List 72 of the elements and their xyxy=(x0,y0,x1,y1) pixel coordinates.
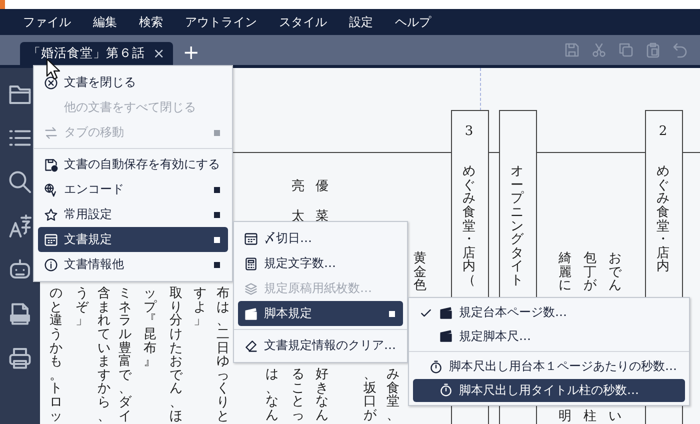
menu-item[interactable]: 文書規定情報のクリア… xyxy=(238,333,403,358)
menu-item[interactable]: 脚本尺出し用タイトル柱の秒数… xyxy=(413,378,685,402)
script-line: おでん xyxy=(608,252,622,293)
menu-bar-item[interactable]: 検索 xyxy=(128,10,174,34)
script-line: は、なん xyxy=(266,368,278,423)
font-icon[interactable] xyxy=(8,214,32,238)
script-line: 綺麗に xyxy=(558,252,572,293)
character-name: 亮太 xyxy=(292,178,304,226)
calendar-icon xyxy=(44,232,58,246)
script-line: 布は、二日ゆっくりと xyxy=(216,287,230,424)
scene-number: 2 xyxy=(658,124,668,138)
menu-item[interactable]: 規定文字数… xyxy=(238,251,403,276)
script-line: 柱 xyxy=(584,410,596,424)
pdf-file-icon[interactable] xyxy=(8,302,32,326)
menu-item[interactable]: 脚本尺出し用台本１ページあたりの秒数… xyxy=(413,355,685,378)
script-line: 取り分けたおでん、ほ xyxy=(170,287,182,424)
globe-letter-icon xyxy=(44,182,58,196)
menu-bar-item[interactable]: 設定 xyxy=(338,10,384,34)
calendar-icon xyxy=(244,232,258,246)
menu-bar-item[interactable]: 編集 xyxy=(82,10,128,34)
menu-item[interactable]: 文書の自動保存を有効にする xyxy=(38,152,228,177)
new-tab-button[interactable]: + xyxy=(182,41,200,63)
script-line: ることっ xyxy=(292,368,304,423)
scene-heading-text: めぐみ食堂・店内 xyxy=(656,165,670,274)
app-icon xyxy=(0,0,5,9)
script-line: み食堂、 xyxy=(386,368,400,423)
clapperboard-icon xyxy=(244,306,258,320)
menu-bar-item[interactable]: ヘルプ xyxy=(384,10,442,34)
star-icon xyxy=(44,208,58,222)
script-line: 黄金色 xyxy=(414,252,426,293)
menu-item[interactable]: 文書情報他 xyxy=(38,252,228,277)
script-line: 好きなん xyxy=(316,368,328,423)
menu-item[interactable]: 〆切日… xyxy=(238,226,403,251)
document-tab[interactable]: 「婚活食堂」第６話 × xyxy=(20,42,173,65)
menu-item[interactable]: 文書規定 xyxy=(38,227,228,252)
menu-item[interactable]: 脚本規定 xyxy=(238,301,403,326)
script-line: 明 xyxy=(558,410,572,424)
script-line: 含まれていますから、 xyxy=(98,287,110,424)
scene-heading-text: めぐみ食堂・店内（ xyxy=(462,165,476,288)
clapperboard-icon xyxy=(439,306,453,320)
swap-arrows-icon xyxy=(44,126,58,140)
script-line: 、坂口が xyxy=(364,368,376,423)
clapperboard-icon xyxy=(439,329,453,344)
menu-bar-item[interactable]: ファイル xyxy=(12,10,82,34)
printer-icon[interactable] xyxy=(8,346,32,370)
info-icon xyxy=(44,258,58,272)
script-line: ミネラル豊富で、ダイ xyxy=(118,287,132,424)
menu-item[interactable]: 規定台本ページ数… xyxy=(413,301,685,324)
calculator-icon xyxy=(244,256,258,270)
save-clock-icon xyxy=(44,158,58,172)
character-name: 優菜 xyxy=(316,178,328,226)
search-icon[interactable] xyxy=(8,170,32,194)
layers-icon xyxy=(244,282,258,296)
close-circle-icon xyxy=(44,76,58,90)
scene-number: 3 xyxy=(464,124,474,138)
menu-item[interactable]: 規定脚本尺… xyxy=(413,324,685,348)
menu-item[interactable]: エンコード xyxy=(38,177,228,202)
script-line: のと違うかも。トロッ xyxy=(50,287,62,424)
menu-bar-item[interactable]: スタイル xyxy=(268,10,338,34)
menu-item[interactable]: 常用設定 xyxy=(38,202,228,227)
script-line: 包丁が xyxy=(584,252,596,293)
scene-heading-text: オープニングタイト xyxy=(510,165,524,288)
stopwatch-icon xyxy=(429,360,443,374)
script-line: ップ『昆布』 xyxy=(144,287,156,369)
menu-item[interactable]: 文書を閉じる xyxy=(38,70,228,95)
menu-bar-item[interactable]: アウトライン xyxy=(174,10,268,34)
script-line: うぞ」 xyxy=(76,287,88,328)
stopwatch-icon xyxy=(439,383,453,398)
script-line: い xyxy=(608,410,622,424)
eraser-icon xyxy=(244,338,258,352)
script-line: すよ」 xyxy=(194,287,206,328)
close-tab-button[interactable]: × xyxy=(153,46,165,62)
